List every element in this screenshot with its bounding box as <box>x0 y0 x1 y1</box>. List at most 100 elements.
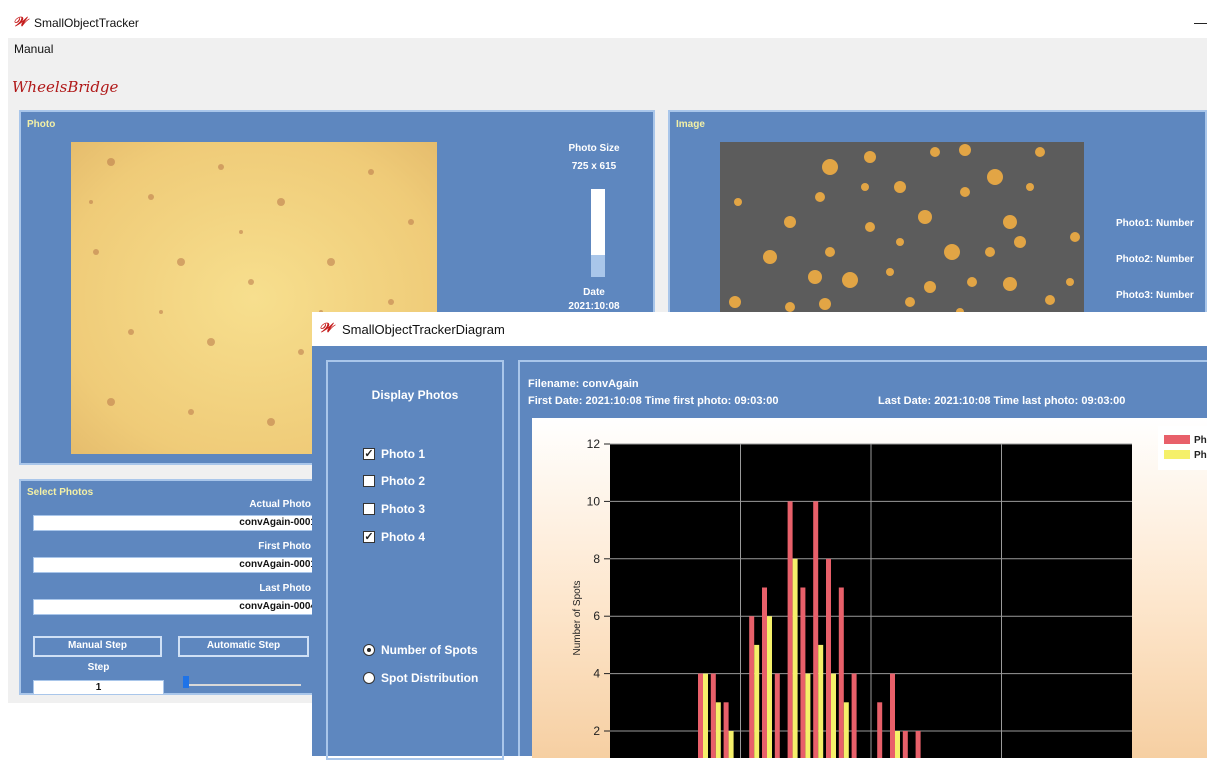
legend-swatch-1 <box>1164 435 1190 444</box>
y-axis-label: Number of Spots <box>572 580 583 655</box>
y-tick-label: 2 <box>593 724 600 738</box>
bar-series-1 <box>838 587 844 758</box>
chart-area: 2 4 6 8 10 12 Number of Spots Ph Ph <box>532 418 1207 758</box>
main-title-bar[interactable]: 𝒲 SmallObjectTracker — <box>8 8 1207 38</box>
checkbox-photo-4-label: Photo 4 <box>381 530 425 544</box>
bar-series-1 <box>749 616 755 758</box>
step-label: Step <box>87 662 110 673</box>
bar-series-1 <box>762 587 767 758</box>
bar-series-2 <box>715 702 721 758</box>
display-photos-title: Display Photos <box>371 388 459 402</box>
select-panel-title: Select Photos <box>27 487 94 498</box>
bar-series-1 <box>877 702 883 758</box>
first-date-text: First Date: 2021:10:08 Time first photo:… <box>528 395 779 407</box>
diagram-app-logo-icon: 𝒲 <box>319 321 333 336</box>
step-slider-track[interactable] <box>186 684 301 686</box>
actual-photo-field[interactable]: convAgain-0001 <box>33 515 321 531</box>
y-tick-label: 8 <box>593 552 600 566</box>
diagram-window: 𝒲 SmallObjectTrackerDiagram Display Phot… <box>312 312 1207 760</box>
y-tick-label: 12 <box>587 437 601 451</box>
bar-series-1 <box>902 731 908 758</box>
bar-series-1 <box>800 587 806 758</box>
legend: Ph Ph <box>1158 426 1207 470</box>
image-photo1-label: Photo1: Number <box>1116 218 1194 229</box>
checkbox-photo-4[interactable]: ✓ Photo 4 <box>363 529 493 545</box>
checkbox-photo-2[interactable]: Photo 2 <box>363 473 493 489</box>
bar-series-1 <box>698 673 703 758</box>
checkbox-photo-1-label: Photo 1 <box>381 447 425 461</box>
photo-scroll-fill <box>591 255 605 277</box>
bar-series-1 <box>890 673 895 758</box>
checkbox-photo-2-label: Photo 2 <box>381 474 425 488</box>
radio-number-of-spots-label: Number of Spots <box>381 643 478 657</box>
step-slider-thumb[interactable] <box>183 676 189 688</box>
y-tick-label: 6 <box>593 609 600 623</box>
app-logo-icon: 𝒲 <box>13 15 27 30</box>
bar-series-1 <box>813 501 819 758</box>
chart-panel: Filename: convAgain First Date: 2021:10:… <box>518 360 1207 758</box>
bar-series-2 <box>805 673 811 758</box>
filename-text: Filename: convAgain <box>528 378 639 390</box>
automatic-step-button[interactable]: Automatic Step <box>178 636 309 657</box>
legend-box <box>1158 426 1207 470</box>
step-field[interactable]: 1 <box>33 680 164 695</box>
legend-label-2: Ph <box>1194 450 1207 461</box>
bar-series-2 <box>843 702 849 758</box>
bar-series-1 <box>915 731 921 758</box>
actual-photo-label: Actual Photo <box>249 499 311 510</box>
checkbox-photo-4-box[interactable]: ✓ <box>363 531 375 543</box>
y-tick-label: 10 <box>587 494 601 508</box>
date-label: Date <box>583 287 605 298</box>
image-panel: Image Photo1: Number Photo2: Number Phot… <box>668 110 1207 322</box>
brand-logo: WheelsBridge <box>12 78 119 96</box>
first-photo-label: First Photo <box>258 541 311 552</box>
first-photo-field[interactable]: convAgain-0001 <box>33 557 321 573</box>
radio-spot-distribution-label: Spot Distribution <box>381 671 479 685</box>
radio-spot-distribution[interactable]: Spot Distribution <box>363 670 503 686</box>
diagram-window-title: SmallObjectTrackerDiagram <box>342 322 505 337</box>
checkbox-photo-3-box[interactable] <box>363 503 375 515</box>
bar-series-1 <box>787 501 793 758</box>
photo-panel-title: Photo <box>27 119 56 130</box>
radio-number-of-spots[interactable]: Number of Spots <box>363 642 503 658</box>
last-photo-field[interactable]: convAgain-0004 <box>33 599 321 615</box>
menu-bar: Manual <box>8 38 1207 60</box>
checkbox-photo-3[interactable]: Photo 3 <box>363 501 493 517</box>
bar-series-2 <box>754 644 760 758</box>
bar-series-2 <box>818 644 824 758</box>
photo-size-label: Photo Size <box>568 143 620 154</box>
photo-scroll-track[interactable] <box>591 189 605 277</box>
bar-series-2 <box>895 731 900 758</box>
legend-label-1: Ph <box>1194 435 1207 446</box>
radio-number-of-spots-dot[interactable] <box>363 644 375 656</box>
processed-image <box>720 142 1084 322</box>
radio-spot-distribution-dot[interactable] <box>363 672 375 684</box>
checkbox-photo-3-label: Photo 3 <box>381 502 425 516</box>
bar-series-1 <box>851 673 857 758</box>
last-photo-label: Last Photo <box>259 583 311 594</box>
image-photo2-label: Photo2: Number <box>1116 254 1194 265</box>
date-value: 2021:10:08 <box>568 301 620 312</box>
y-tick-label: 4 <box>593 667 600 681</box>
bar-series-1 <box>826 558 831 758</box>
checkbox-photo-1-box[interactable]: ✓ <box>363 448 375 460</box>
bar-series-2 <box>792 558 798 758</box>
menu-manual[interactable]: Manual <box>14 42 53 56</box>
bar-series-2 <box>728 731 734 758</box>
bar-series-1 <box>723 702 729 758</box>
diagram-title-bar[interactable]: 𝒲 SmallObjectTrackerDiagram <box>312 312 1207 346</box>
window-title: SmallObjectTracker <box>34 16 139 30</box>
manual-step-button[interactable]: Manual Step <box>33 636 162 657</box>
last-date-text: Last Date: 2021:10:08 Time last photo: 0… <box>878 395 1126 407</box>
checkbox-photo-1[interactable]: ✓ Photo 1 <box>363 446 493 462</box>
bar-series-2 <box>703 673 708 758</box>
bar-series-2 <box>831 673 836 758</box>
select-photos-panel: Select Photos Actual Photo convAgain-000… <box>19 479 321 695</box>
image-panel-title: Image <box>676 119 705 130</box>
minimize-icon[interactable]: — <box>1194 14 1207 30</box>
checkbox-photo-2-box[interactable] <box>363 475 375 487</box>
photo-size-value: 725 x 615 <box>571 161 617 172</box>
bar-series-2 <box>767 616 772 758</box>
image-photo3-label: Photo3: Number <box>1116 290 1194 301</box>
bar-series-1 <box>774 673 780 758</box>
